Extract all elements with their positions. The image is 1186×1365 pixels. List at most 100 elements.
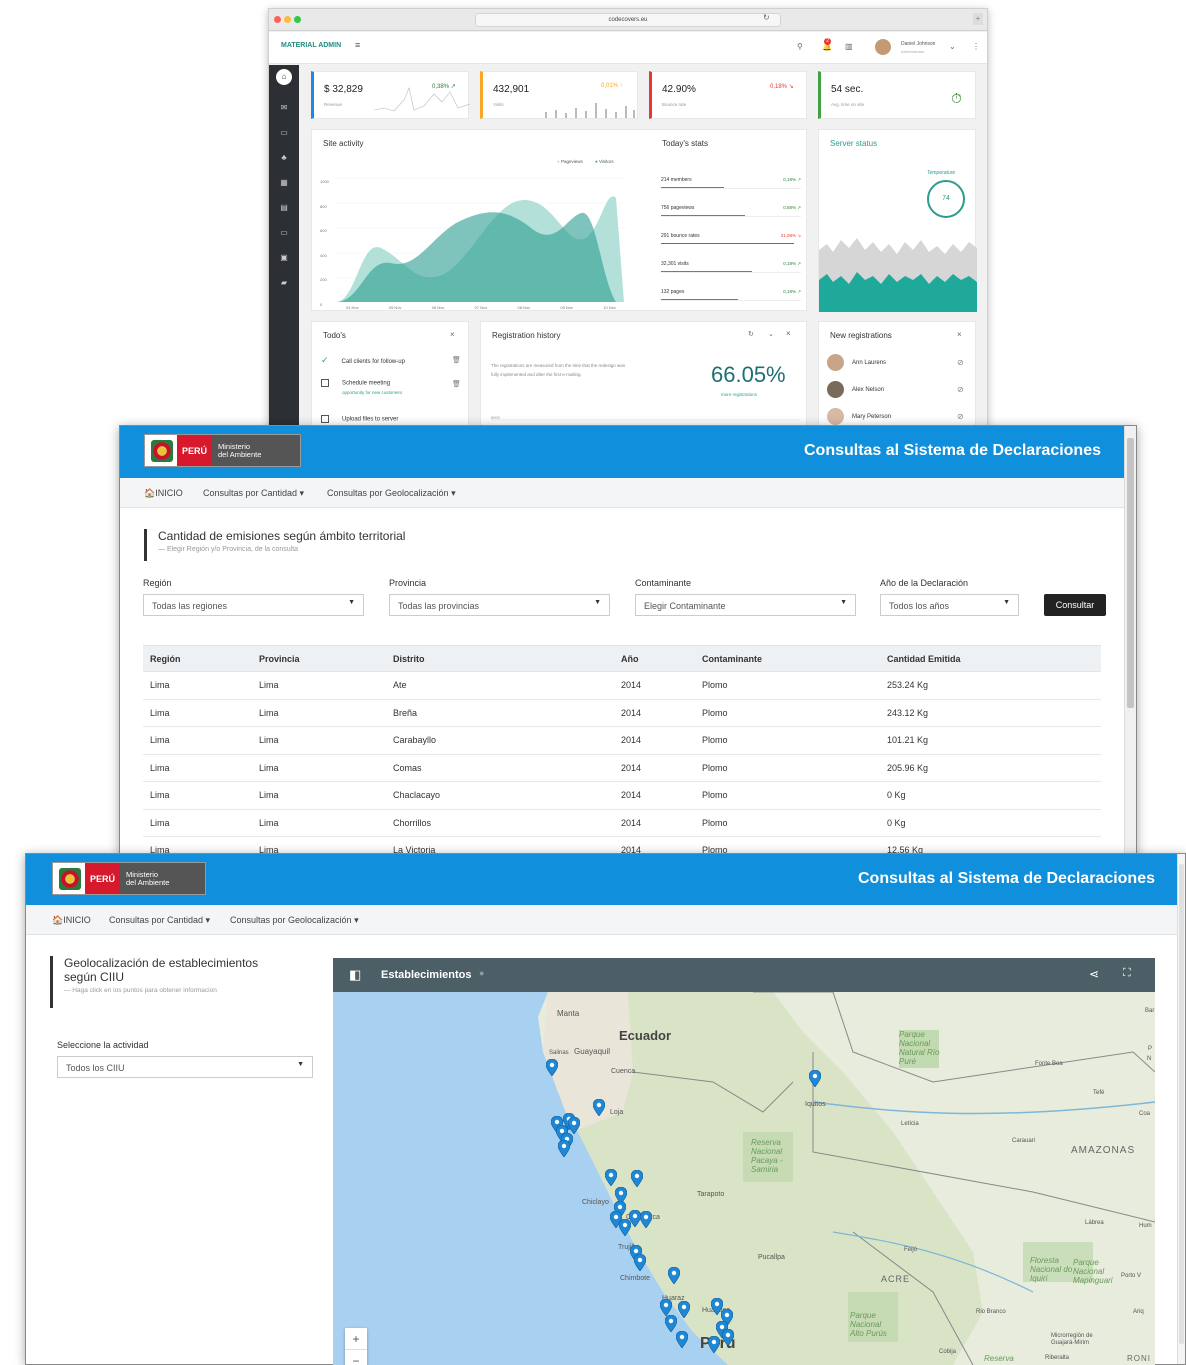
contaminante-select[interactable]: Elegir Contaminante ▼: [635, 594, 856, 616]
activity-select[interactable]: Todos los CIIU ▼: [57, 1056, 313, 1078]
map-marker-icon[interactable]: [567, 1116, 581, 1135]
consultar-button[interactable]: Consultar: [1044, 594, 1106, 616]
map-marker-icon[interactable]: [604, 1168, 618, 1187]
close-icon[interactable]: ×: [957, 330, 962, 339]
nav-geolocalizacion[interactable]: Consultas por Geolocalización ▾: [327, 488, 456, 499]
maximize-dot[interactable]: [294, 16, 301, 23]
avatar[interactable]: [875, 39, 891, 55]
zoom-out-button[interactable]: −: [345, 1350, 367, 1365]
close-icon[interactable]: ×: [786, 329, 791, 338]
zoom-in-button[interactable]: +: [345, 1328, 367, 1350]
table-cell: 101.21 Kg: [880, 726, 1101, 755]
close-dot[interactable]: [274, 16, 281, 23]
sidebar-toggle-icon[interactable]: ◧: [349, 967, 361, 983]
close-icon[interactable]: ×: [450, 330, 455, 339]
ministry-logo[interactable]: PERÚ Ministerio del Ambiente: [52, 862, 206, 895]
refresh-icon[interactable]: ↻: [748, 330, 754, 338]
nav-home[interactable]: 🏠 INICIO: [52, 915, 91, 926]
reload-icon[interactable]: ↻: [763, 13, 770, 22]
map-marker-icon[interactable]: [618, 1218, 632, 1237]
table-cell: Lima: [143, 699, 252, 727]
nav-home[interactable]: 🏠 INICIO: [144, 488, 183, 499]
map-marker-icon[interactable]: [659, 1298, 673, 1317]
map-marker-icon[interactable]: [675, 1330, 689, 1349]
nav-cantidad[interactable]: Consultas por Cantidad ▾: [109, 915, 210, 926]
mail-icon[interactable]: ✉: [278, 103, 290, 112]
new-registrations-card: New registrations × Ann Laurens Alex Nel…: [818, 321, 976, 437]
map-marker-icon[interactable]: [545, 1058, 559, 1077]
map[interactable]: ◧ Establecimientos ● ⋖ ⛶ Manta Ecuador G…: [333, 958, 1155, 1365]
sitemap-icon[interactable]: ♣: [278, 153, 290, 162]
fullscreen-icon[interactable]: ⛶: [1123, 967, 1131, 980]
map-marker-icon[interactable]: [677, 1300, 691, 1319]
column-header[interactable]: Año: [614, 645, 695, 672]
form-icon[interactable]: ▤: [278, 203, 290, 212]
url-bar[interactable]: codecovers.eu: [475, 13, 781, 27]
map-marker-icon[interactable]: [808, 1069, 822, 1088]
map-marker-icon[interactable]: [592, 1098, 606, 1117]
trash-icon[interactable]: 🗑: [452, 356, 461, 364]
search-icon[interactable]: ⚲: [797, 42, 803, 51]
column-header[interactable]: Contaminante: [695, 645, 880, 672]
chevron-down-icon[interactable]: ⌄: [768, 330, 774, 338]
user-name[interactable]: Daniel Johnson: [901, 41, 935, 47]
laptop-icon[interactable]: ▭: [278, 228, 290, 237]
map-marker-icon[interactable]: [707, 1335, 721, 1354]
todo-item[interactable]: Upload files to server: [321, 415, 398, 423]
map-marker-icon[interactable]: [557, 1139, 571, 1158]
ano-select[interactable]: Todos los años ▼: [880, 594, 1019, 616]
registration-person[interactable]: Mary Peterson: [827, 408, 891, 425]
registration-card: Registration history ↻ ⌄ × The registrat…: [480, 321, 807, 437]
registration-note: The registrations are measured from the …: [491, 363, 626, 377]
column-header[interactable]: Región: [143, 645, 252, 672]
column-header[interactable]: Distrito: [386, 645, 614, 672]
more-icon[interactable]: ⋮: [972, 42, 980, 51]
map-label: RONI: [1127, 1354, 1151, 1363]
todos-title: Todo's: [323, 331, 346, 340]
home-icon[interactable]: ⌂: [276, 69, 292, 85]
map-marker-icon[interactable]: [721, 1328, 735, 1347]
scrollbar-thumb[interactable]: [1127, 438, 1134, 708]
column-header[interactable]: Cantidad Emitida: [880, 645, 1101, 672]
map-marker-icon[interactable]: [664, 1314, 678, 1333]
block-icon[interactable]: ⊘: [957, 412, 964, 421]
share-icon[interactable]: ⋖: [1089, 967, 1099, 981]
map-label: Coa: [1139, 1111, 1151, 1117]
todo-item[interactable]: ✓ Call clients for follow-up: [321, 355, 405, 366]
chart-icon[interactable]: ▥: [845, 42, 853, 51]
block-icon[interactable]: ⊘: [957, 385, 964, 394]
ministry-logo[interactable]: PERÚ Ministerio del Ambiente: [144, 434, 301, 467]
info-dot-icon[interactable]: ●: [479, 968, 484, 978]
column-header[interactable]: Provincia: [252, 645, 386, 672]
new-tab-button[interactable]: +: [973, 13, 983, 25]
map-marker-icon[interactable]: [639, 1210, 653, 1229]
section-title: Cantidad de emisiones según ámbito terri…: [158, 529, 406, 543]
folder-icon[interactable]: ▰: [278, 278, 290, 287]
minimize-dot[interactable]: [284, 16, 291, 23]
map-marker-icon[interactable]: [633, 1253, 647, 1272]
more-registrations-link[interactable]: more registrations: [721, 392, 757, 397]
scrollbar[interactable]: [1177, 854, 1185, 1364]
todo-item[interactable]: Schedule meeting opportunity for new cust…: [321, 379, 402, 395]
admin-brand[interactable]: MATERIAL ADMIN: [281, 42, 341, 49]
map-marker-icon[interactable]: [630, 1169, 644, 1188]
chevron-down-icon[interactable]: ⌄: [949, 42, 956, 51]
map-label: N: [1147, 1056, 1152, 1062]
map-marker-icon[interactable]: [667, 1266, 681, 1285]
trash-icon[interactable]: 🗑: [452, 380, 461, 388]
registration-person[interactable]: Alex Nelson: [827, 381, 884, 398]
admin-window: codecovers.eu ↻ + MATERIAL ADMIN ≡ ⚲ 🔔 2…: [268, 8, 988, 438]
region-select[interactable]: Todas las regiones ▼: [143, 594, 364, 616]
nav-geolocalizacion[interactable]: Consultas por Geolocalización ▾: [230, 915, 359, 926]
block-icon[interactable]: ⊘: [957, 358, 964, 367]
scrollbar-thumb[interactable]: [1179, 864, 1184, 1344]
image-icon[interactable]: ▣: [278, 253, 290, 262]
nav-cantidad[interactable]: Consultas por Cantidad ▾: [203, 488, 304, 499]
table-icon[interactable]: ▦: [278, 178, 290, 187]
scrollbar[interactable]: [1124, 426, 1136, 856]
provincia-select[interactable]: Todas las provincias ▼: [389, 594, 610, 616]
menu-icon[interactable]: ≡: [355, 40, 360, 50]
map-label: Cobija: [939, 1349, 957, 1355]
registration-person[interactable]: Ann Laurens: [827, 354, 886, 371]
card-icon[interactable]: ▭: [278, 128, 290, 137]
